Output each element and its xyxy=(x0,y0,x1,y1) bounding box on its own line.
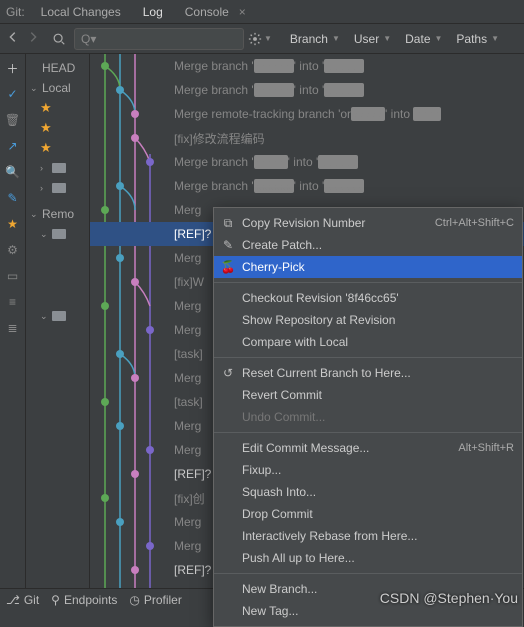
ctx-interactive-rebase[interactable]: Interactively Rebase from Here... xyxy=(214,525,522,547)
edit-icon[interactable]: ✎ xyxy=(5,190,21,206)
nav-back-forward xyxy=(0,30,46,47)
push-icon[interactable]: ↗ xyxy=(5,138,21,154)
branch-item[interactable]: ★ xyxy=(26,98,89,118)
local-node[interactable]: ⌄Local xyxy=(26,78,89,98)
separator xyxy=(214,357,522,358)
ctx-create-patch[interactable]: ✎Create Patch... xyxy=(214,234,522,256)
tab-log[interactable]: Log xyxy=(139,3,167,21)
ctx-show-repo[interactable]: Show Repository at Revision xyxy=(214,309,522,331)
ctx-compare-local[interactable]: Compare with Local xyxy=(214,331,522,353)
commit-row[interactable]: Merge branch 'xxxxxx' into 'xxxxxx xyxy=(90,54,524,78)
context-menu: ⧉Copy Revision NumberCtrl+Alt+Shift+C ✎C… xyxy=(213,207,523,627)
remote-node[interactable]: ⌄Remo xyxy=(26,204,89,224)
expand-icon[interactable]: ≡ xyxy=(5,294,21,310)
favorite-icon[interactable]: ★ xyxy=(5,216,21,232)
filter-dropdowns: Branch▼ User▼ Date▼ Paths▼ xyxy=(284,32,505,46)
ctx-fixup[interactable]: Fixup... xyxy=(214,459,522,481)
search-tool-icon[interactable]: 🔍 xyxy=(5,164,21,180)
update-icon[interactable]: ✓ xyxy=(5,86,21,102)
ctx-push-all[interactable]: Push All up to Here... xyxy=(214,547,522,569)
tabs-bar: Git: Local Changes Log Console × xyxy=(0,0,524,24)
remote-folder[interactable]: ⌄ xyxy=(26,224,89,244)
paths-dropdown[interactable]: Paths▼ xyxy=(450,32,505,46)
branch-folder[interactable]: › xyxy=(26,178,89,198)
filter-settings-icon[interactable]: ▼ xyxy=(248,32,272,46)
tab-console[interactable]: Console xyxy=(181,3,233,21)
branch-folder[interactable]: › xyxy=(26,158,89,178)
ctx-edit-message[interactable]: Edit Commit Message...Alt+Shift+R xyxy=(214,437,522,459)
delete-icon[interactable]: 🗑 xyxy=(5,112,21,128)
commit-row[interactable]: [fix]修改流程编码 xyxy=(90,126,524,150)
commit-row[interactable]: Merge branch 'xxxxxx' into 'xxxxxx xyxy=(90,174,524,198)
cherry-icon: 🍒 xyxy=(220,260,236,274)
patch-icon: ✎ xyxy=(220,238,236,252)
branch-item[interactable]: ★ xyxy=(26,118,89,138)
log-filter-input[interactable]: Q▾ xyxy=(74,28,244,50)
log-toolbar: Q▾ ▼ Branch▼ User▼ Date▼ Paths▼ xyxy=(0,24,524,54)
ctx-revert-commit[interactable]: Revert Commit xyxy=(214,384,522,406)
ctx-copy-revision[interactable]: ⧉Copy Revision NumberCtrl+Alt+Shift+C xyxy=(214,212,522,234)
forward-icon[interactable] xyxy=(26,30,40,47)
add-icon[interactable]: ＋ xyxy=(5,60,21,76)
commit-row[interactable]: Merge branch 'xxxxx' into 'xxxxxx xyxy=(90,150,524,174)
close-icon[interactable]: × xyxy=(239,5,246,19)
search-icon[interactable] xyxy=(46,26,72,52)
indent-icon[interactable]: ▭ xyxy=(5,268,21,284)
ctx-checkout-revision[interactable]: Checkout Revision '8f46cc65' xyxy=(214,287,522,309)
ctx-squash[interactable]: Squash Into... xyxy=(214,481,522,503)
copy-icon: ⧉ xyxy=(220,216,236,231)
separator xyxy=(214,573,522,574)
filter-search-icon: Q▾ xyxy=(81,32,96,46)
user-dropdown[interactable]: User▼ xyxy=(348,32,397,46)
tab-local-changes[interactable]: Local Changes xyxy=(37,3,125,21)
separator xyxy=(214,282,522,283)
profiler-button[interactable]: ◷ Profiler xyxy=(129,593,182,607)
remote-folder[interactable]: ⌄ xyxy=(26,306,89,326)
ctx-cherry-pick[interactable]: 🍒Cherry-Pick xyxy=(214,256,522,278)
commit-row[interactable]: Merge branch 'xxxxxx' into 'xxxxxx xyxy=(90,78,524,102)
endpoints-button[interactable]: ⚲ Endpoints xyxy=(51,593,117,607)
refs-tree: HEAD ⌄Local ★ ★ ★ › › ⌄Remo ⌄ ⌄ xyxy=(26,54,90,590)
git-label: Git: xyxy=(6,5,25,19)
reset-icon: ↺ xyxy=(220,366,236,380)
branch-item[interactable]: ★ xyxy=(26,138,89,158)
separator xyxy=(214,432,522,433)
git-toolwindow-button[interactable]: ⎇ Git xyxy=(6,593,39,607)
head-node[interactable]: HEAD xyxy=(26,58,89,78)
back-icon[interactable] xyxy=(6,30,20,47)
branch-dropdown[interactable]: Branch▼ xyxy=(284,32,346,46)
date-dropdown[interactable]: Date▼ xyxy=(399,32,448,46)
commit-row[interactable]: Merge remote-tracking branch 'orxxxxx' i… xyxy=(90,102,524,126)
ctx-drop-commit[interactable]: Drop Commit xyxy=(214,503,522,525)
collapse-icon[interactable]: ≣ xyxy=(5,320,21,336)
cog-icon[interactable]: ⚙ xyxy=(5,242,21,258)
ctx-reset-branch[interactable]: ↺Reset Current Branch to Here... xyxy=(214,362,522,384)
ctx-undo-commit: Undo Commit... xyxy=(214,406,522,428)
left-toolbar: ＋ ✓ 🗑 ↗ 🔍 ✎ ★ ⚙ ▭ ≡ ≣ xyxy=(0,54,26,590)
watermark: CSDN @Stephen·You xyxy=(380,590,518,606)
